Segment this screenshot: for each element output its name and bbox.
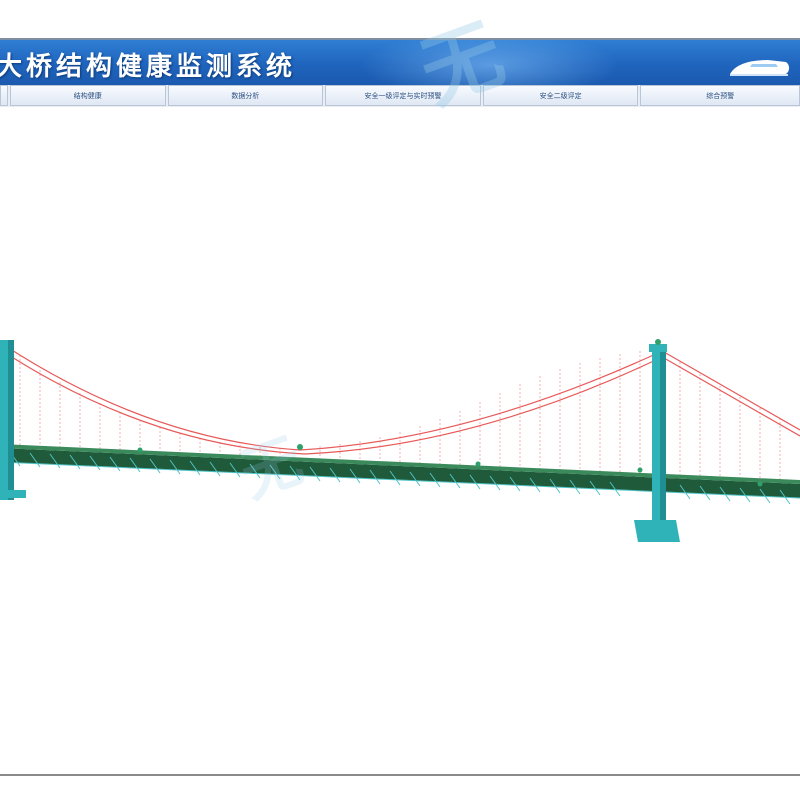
tab-comprehensive-warning[interactable]: 综合预警 — [640, 85, 800, 106]
main-nav: 结构健康 数据分析 安全一级评定与实时预警 安全二级评定 综合预警 — [0, 85, 800, 107]
tab-partial[interactable] — [0, 85, 8, 106]
bridge-3d-model[interactable] — [0, 107, 800, 774]
app-title: 大桥结构健康监测系统 — [0, 52, 297, 82]
tab-safety-level-1[interactable]: 安全一级评定与实时预警 — [325, 85, 481, 106]
high-speed-train-icon — [730, 60, 790, 76]
tab-structure-health[interactable]: 结构健康 — [9, 85, 166, 106]
tab-safety-level-2[interactable]: 安全二级评定 — [482, 85, 639, 106]
header-glow — [360, 40, 620, 85]
tab-data-analysis[interactable]: 数据分析 — [167, 85, 324, 106]
bridge-model-viewport[interactable] — [0, 107, 800, 774]
main-cables — [3, 344, 800, 455]
app-header: 大桥结构健康监测系统 — [0, 40, 800, 85]
right-tower — [634, 339, 680, 542]
